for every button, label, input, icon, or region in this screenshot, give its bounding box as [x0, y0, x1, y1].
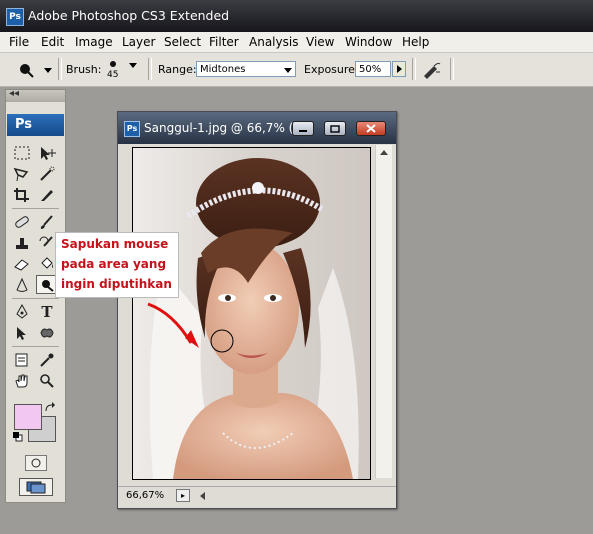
range-value: Midtones	[200, 64, 246, 75]
horizontal-scrollbar[interactable]	[196, 490, 386, 502]
default-colors-icon[interactable]	[13, 431, 23, 442]
pen-tool-icon[interactable]	[11, 302, 33, 321]
menu-help[interactable]: Help	[402, 35, 429, 49]
options-separator	[148, 58, 152, 80]
crop-tool-icon[interactable]	[11, 185, 33, 204]
tools-separator	[12, 346, 59, 347]
scroll-up-icon[interactable]	[380, 150, 388, 155]
minimize-button[interactable]	[292, 121, 314, 136]
menu-select[interactable]: Select	[164, 35, 201, 49]
instruction-callout: Sapukan mouse pada area yang ingin diput…	[55, 232, 179, 298]
menu-view[interactable]: View	[306, 35, 334, 49]
exposure-slider-toggle[interactable]	[392, 61, 406, 77]
zoom-tool-icon[interactable]	[36, 371, 58, 390]
path-selection-tool-icon[interactable]	[11, 323, 33, 342]
tools-panel-ps-logo: Ps	[7, 114, 64, 136]
menu-window[interactable]: Window	[345, 35, 392, 49]
swap-colors-icon[interactable]	[44, 402, 56, 414]
type-tool-icon[interactable]: T	[36, 302, 58, 321]
status-info-button[interactable]: ▸	[176, 489, 190, 502]
menu-edit[interactable]: Edit	[41, 35, 64, 49]
range-select[interactable]: Midtones	[196, 61, 296, 77]
airbrush-icon	[424, 62, 441, 79]
hand-tool-icon[interactable]	[11, 371, 33, 390]
app-title: Adobe Photoshop CS3 Extended	[28, 8, 230, 23]
callout-line-1: Sapukan mouse	[61, 237, 169, 251]
clone-stamp-tool-icon[interactable]	[11, 233, 33, 252]
tools-separator	[12, 298, 59, 299]
tool-preset-picker[interactable]	[14, 61, 54, 79]
close-button[interactable]	[356, 121, 386, 136]
chevron-down-icon	[284, 68, 292, 73]
maximize-icon	[330, 124, 340, 133]
quick-mask-button[interactable]	[25, 455, 47, 471]
move-tool-icon[interactable]	[36, 143, 58, 162]
menu-filter[interactable]: Filter	[209, 35, 239, 49]
screen-mode-icon	[26, 481, 46, 494]
scroll-left-icon	[200, 492, 205, 500]
dodge-tool-icon	[20, 64, 52, 78]
brush-picker[interactable]: 45	[103, 58, 141, 82]
options-separator	[58, 58, 62, 80]
minimize-icon	[299, 129, 307, 132]
lasso-tool-icon[interactable]	[11, 164, 33, 183]
collapse-panel-icon[interactable]: ◂◂	[9, 88, 19, 99]
brush-size: 45	[107, 70, 119, 80]
exposure-input[interactable]: 50%	[355, 61, 391, 77]
zoom-level[interactable]: 66,67%	[126, 490, 164, 501]
options-separator	[450, 58, 454, 80]
menu-image[interactable]: Image	[75, 35, 113, 49]
quick-mask-icon	[31, 458, 41, 468]
document-status-bar: 66,67% ▸	[118, 486, 396, 507]
airbrush-button[interactable]	[420, 60, 442, 80]
menu-analysis[interactable]: Analysis	[249, 35, 298, 49]
document-window: Ps Sanggul-1.jpg @ 66,7% (... 66,67% ▸	[117, 111, 397, 509]
foreground-color-swatch[interactable]	[14, 404, 42, 430]
app-title-bar: Ps Adobe Photoshop CS3 Extended	[0, 0, 593, 32]
notes-tool-icon[interactable]	[11, 350, 33, 369]
callout-line-3: ingin diputihkan	[61, 277, 172, 291]
brush-label: Brush:	[66, 63, 102, 76]
menu-bar: File Edit Image Layer Select Filter Anal…	[0, 32, 593, 53]
options-separator	[412, 58, 416, 80]
slice-tool-icon[interactable]	[36, 185, 58, 204]
healing-brush-tool-icon[interactable]	[11, 212, 33, 231]
range-label: Range:	[158, 63, 197, 76]
bride-photo	[133, 148, 370, 479]
dodge-tool-icon	[42, 279, 54, 292]
vertical-scrollbar[interactable]	[375, 145, 392, 478]
close-icon	[366, 124, 376, 133]
eyedropper-tool-icon[interactable]	[36, 350, 58, 369]
exposure-label: Exposure:	[304, 63, 359, 76]
custom-shape-tool-icon[interactable]	[36, 323, 58, 342]
screen-mode-button[interactable]	[19, 478, 53, 496]
document-title-bar[interactable]: Ps Sanggul-1.jpg @ 66,7% (...	[118, 112, 396, 144]
callout-line-2: pada area yang	[61, 257, 167, 271]
photoshop-app-icon: Ps	[6, 8, 24, 26]
blur-tool-icon[interactable]	[11, 275, 33, 294]
image-canvas[interactable]	[132, 147, 371, 480]
marquee-tool-icon[interactable]	[11, 143, 33, 162]
quick-selection-tool-icon[interactable]	[36, 164, 58, 183]
tools-separator	[12, 208, 59, 209]
tools-panel-header[interactable]: ◂◂	[6, 88, 65, 102]
eraser-tool-icon[interactable]	[11, 254, 33, 273]
document-ps-icon: Ps	[124, 121, 140, 137]
maximize-button[interactable]	[324, 121, 346, 136]
brush-tool-icon[interactable]	[36, 212, 58, 231]
exposure-value: 50%	[359, 64, 382, 75]
document-title: Sanggul-1.jpg @ 66,7% (...	[144, 121, 305, 135]
options-bar: Brush: 45 Range: Midtones Exposure: 50%	[0, 53, 593, 87]
menu-file[interactable]: File	[9, 35, 29, 49]
menu-layer[interactable]: Layer	[122, 35, 155, 49]
